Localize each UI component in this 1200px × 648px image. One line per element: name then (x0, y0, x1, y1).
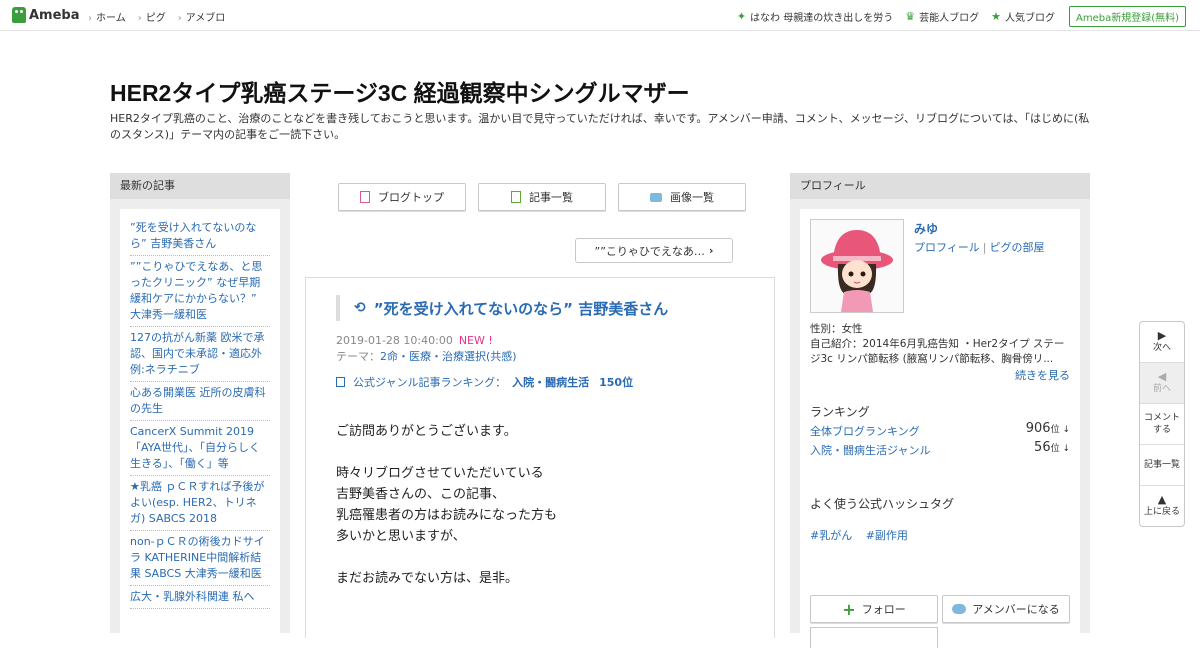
article-meta: 2019-01-28 10:40:00 NEW ! テーマ：2命・医療・治療選択(… (336, 333, 517, 365)
article-list-button[interactable]: 記事一覧 (478, 183, 606, 211)
article-date: 2019-01-28 10:40:00 (336, 334, 453, 347)
ranking-heading: ランキング (810, 405, 870, 419)
more-actions-button[interactable] (810, 627, 938, 648)
recent-article-link[interactable]: ””こりゃひでえなあ、と思ったクリニック” なぜ早期緩和ケアにかからない？” 大… (130, 256, 270, 327)
speech-bubble-icon (952, 604, 967, 614)
recent-article-link[interactable]: ”死を受け入れてないのなら” 吉野美香さん (130, 217, 270, 256)
recent-article-link[interactable]: 127の抗がん新薬 欧米で承認、国内で未承認・適応外 例:ネラチニブ (130, 327, 270, 382)
floating-side-nav: ▶ 次へ ◀ 前へ コメントする 記事一覧 ▲ 上に戻る (1139, 321, 1185, 527)
chevron-right-icon: › (708, 244, 714, 257)
profile-link[interactable]: プロフィール (914, 241, 980, 254)
nav-ameblo[interactable]: アメブロ (178, 9, 226, 24)
header-links: ✦ はなわ 母親達の炊き出しを労う ♛ 芸能人ブログ ★ 人気ブログ Ameba新規登… (725, 6, 1186, 27)
global-nav: ホーム ピグ アメブロ (88, 9, 237, 24)
follow-button[interactable]: + フォロー (810, 595, 938, 623)
article-paragraph: 時々リブログさせていただいている 吉野美香さんの、この記事、 乳癌罹患者の方はお… (336, 466, 558, 544)
arrow-up-icon: ▲ (1157, 493, 1167, 506)
camera-icon (650, 192, 662, 202)
crown-icon: ♛ (905, 10, 916, 23)
theme-label: テーマ： (336, 350, 380, 363)
global-header: Ameba ホーム ピグ アメブロ ✦はなわ 母親達の炊き出しを労う ♛芸能人ブ… (0, 0, 1200, 31)
copy-icon (511, 191, 521, 203)
comment-button[interactable]: コメントする (1140, 404, 1184, 445)
profile-links: プロフィール | ピグの部屋 (914, 239, 1045, 255)
profile-panel: プロフィール みゆ プロフィール | ピグの部屋 性別：女性 自己紹介：2014年6… (790, 173, 1090, 648)
image-list-button[interactable]: 画像一覧 (618, 183, 746, 211)
ranking-value: 906位 ↓ (1025, 421, 1070, 436)
play-right-icon: ▶ (1157, 329, 1167, 342)
profile-gender: 性別：女性 (810, 323, 863, 335)
genre-ranking[interactable]: 公式ジャンル記事ランキング： 入院・闘病生活 150位 (336, 374, 633, 390)
article-title[interactable]: ⟲ ”死を受け入れてないのなら” 吉野美香さん (336, 295, 754, 321)
read-more-link[interactable]: 続きを見る (1015, 367, 1070, 383)
play-left-icon: ◀ (1157, 370, 1167, 383)
profile-name[interactable]: みゆ (914, 220, 938, 237)
profile-box: みゆ プロフィール | ピグの部屋 性別：女性 自己紹介：2014年6月乳癌告知 ・… (800, 209, 1080, 648)
link-separator: | (982, 241, 987, 254)
recent-article-link[interactable]: CancerX Summit 2019 「AYA世代」、「自分らしく生きる」、「… (130, 421, 270, 476)
article-paragraph: ご訪問ありがとうございます。 (336, 424, 517, 439)
hashtag-link[interactable]: #副作用 (866, 529, 908, 542)
side-article-list-button[interactable]: 記事一覧 (1140, 445, 1184, 486)
pigg-room-link[interactable]: ピグの部屋 (990, 241, 1045, 254)
avatar[interactable] (810, 219, 904, 313)
article: ⟲ ”死を受け入れてないのなら” 吉野美香さん 2019-01-28 10:40… (305, 277, 775, 638)
ameba-logo[interactable]: Ameba (12, 7, 80, 23)
back-to-top-button[interactable]: ▲ 上に戻る (1140, 486, 1184, 526)
profile-heading: プロフィール (790, 173, 1090, 199)
hashtags-heading: よく使う公式ハッシュタグ (810, 497, 955, 511)
ranking-row: 全体ブログランキング 906位 ↓ (810, 421, 1070, 439)
recent-articles-box: ”死を受け入れてないのなら” 吉野美香さん ””こりゃひでえなあ、と思ったクリニ… (120, 209, 280, 639)
ranking-link[interactable]: 入院・闘病生活ジャンル (810, 444, 930, 457)
reblog-icon: ⟲ (354, 300, 366, 316)
ranking-row: 入院・闘病生活ジャンル 56位 ↓ (810, 440, 1070, 458)
new-badge: NEW ! (458, 334, 493, 347)
blog-nav-buttons: ブログトップ 記事一覧 画像一覧 (338, 183, 758, 211)
amember-button[interactable]: アメンバーになる (942, 595, 1070, 623)
ranking-link[interactable]: 全体ブログランキング (810, 425, 920, 438)
recent-article-link[interactable]: 心ある開業医 近所の皮膚科の先生 (130, 382, 270, 421)
header-popular-blog-link[interactable]: ★ 人気ブログ (991, 9, 1055, 24)
profile-intro: 自己紹介：2014年6月乳癌告知 ・Her2タイプ ステージ3c リンパ節転移 … (810, 338, 1065, 365)
previous-article-button[interactable]: ””こりゃひでえなあ… › (575, 238, 733, 263)
crown-icon: ★ (991, 10, 1001, 23)
hashtag-list: #乳がん #副作用 (810, 527, 918, 543)
recent-article-link[interactable]: ★乳癌 ｐＣＲすれば予後がよい(esp. HER2、トリネガ) SABCS 20… (130, 476, 270, 531)
recent-article-link[interactable]: non-ｐＣＲの術後カドサイラ KATHERINE中間解析結果 SABCS 大津… (130, 531, 270, 586)
avatar-illustration (821, 230, 893, 312)
hashtag-link[interactable]: #乳がん (810, 529, 852, 542)
ameba-logo-icon (12, 7, 26, 23)
profile-info: 性別：女性 自己紹介：2014年6月乳癌告知 ・Her2タイプ ステージ3c リ… (810, 322, 1072, 367)
nav-home[interactable]: ホーム (88, 9, 126, 24)
article-body: ご訪問ありがとうございます。 時々リブログさせていただいている 吉野美香さんの、… (336, 421, 557, 610)
recent-articles-panel: 最新の記事 ”死を受け入れてないのなら” 吉野美香さん ””こりゃひでえなあ、と… (110, 173, 290, 639)
sparkle-icon: ✦ (736, 10, 747, 23)
ranking-icon (336, 377, 345, 387)
ranking-value: 56位 ↓ (1034, 440, 1070, 455)
header-celebrity-blog-link[interactable]: ♛ 芸能人ブログ (905, 9, 979, 24)
prev-article-button[interactable]: ◀ 前へ (1140, 363, 1184, 404)
blog-top-button[interactable]: ブログトップ (338, 183, 466, 211)
recent-article-link[interactable]: 広大・乳腺外科関連 私へ (130, 586, 270, 609)
register-button[interactable]: Ameba新規登録(無料) (1068, 6, 1186, 27)
document-icon (360, 191, 370, 203)
next-article-button[interactable]: ▶ 次へ (1140, 322, 1184, 363)
nav-pigg[interactable]: ピグ (138, 9, 166, 24)
article-paragraph: まだお読みでない方は、是非。 (336, 571, 519, 586)
theme-link[interactable]: 2命・医療・治療選択(共感) (380, 350, 517, 363)
blog-title[interactable]: HER2タイプ乳癌ステージ3C 経過観察中シングルマザー (110, 74, 690, 108)
plus-icon: + (842, 599, 856, 619)
recent-articles-list: ”死を受け入れてないのなら” 吉野美香さん ””こりゃひでえなあ、と思ったクリニ… (120, 209, 280, 609)
header-news-link[interactable]: ✦ はなわ 母親達の炊き出しを労う (737, 9, 893, 24)
blog-description: HER2タイプ乳癌のこと、治療のことなどを書き残しておこうと思います。温かい目で… (110, 112, 1090, 141)
recent-articles-heading: 最新の記事 (110, 173, 290, 199)
